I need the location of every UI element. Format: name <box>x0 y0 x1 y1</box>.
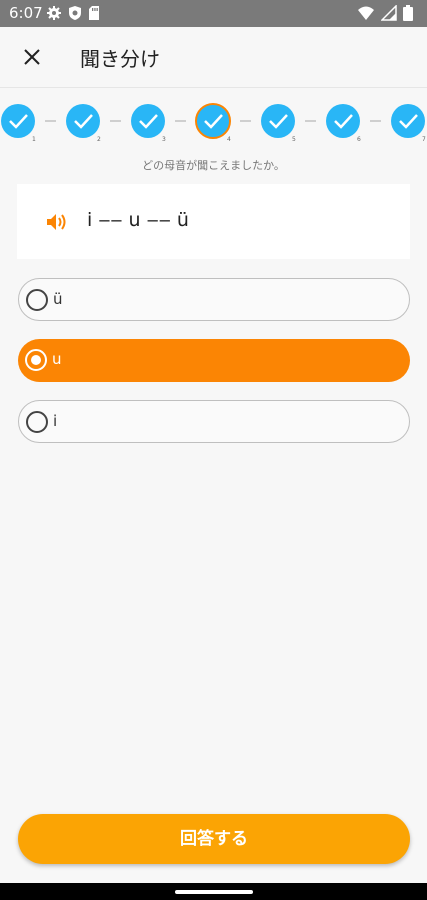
progress-step-number: 7 <box>422 136 426 143</box>
progress-step-7: 7 <box>391 104 426 143</box>
speaker-icon[interactable] <box>45 212 67 236</box>
option-label: u <box>52 350 62 368</box>
progress-step-6: 6 <box>326 104 361 143</box>
sd-card-icon <box>88 5 100 25</box>
wifi-icon <box>357 5 375 25</box>
progress-step-number: 4 <box>227 136 231 143</box>
battery-icon <box>403 5 413 25</box>
radio-button[interactable] <box>26 411 48 433</box>
home-pill[interactable] <box>175 890 253 894</box>
status-bar: 6:07 <box>0 0 427 27</box>
navigation-bar <box>0 883 427 900</box>
option-label: i <box>53 412 58 430</box>
answer-option-2[interactable]: u <box>18 339 410 382</box>
progress-steps: 1 2 3 4 5 6 7 <box>0 101 427 145</box>
progress-step-number: 3 <box>162 136 166 143</box>
gear-icon <box>46 5 62 25</box>
status-time: 6:07 <box>9 4 43 22</box>
radio-button[interactable] <box>25 349 47 371</box>
progress-step-1: 1 <box>1 104 36 143</box>
signal-icon <box>380 4 397 25</box>
radio-button[interactable] <box>26 289 48 311</box>
close-icon <box>24 49 40 65</box>
answer-option-1[interactable]: ü <box>18 278 410 321</box>
progress-step-2: 2 <box>66 104 101 143</box>
answer-button[interactable]: 回答する <box>18 814 410 864</box>
page-title: 聞き分け <box>80 47 160 71</box>
app-bar: 聞き分け <box>0 27 427 88</box>
progress-step-number: 2 <box>97 136 101 143</box>
progress-step-5: 5 <box>261 104 296 143</box>
option-label: ü <box>53 290 63 308</box>
progress-step-4: 4 <box>195 103 231 143</box>
question-text: どの母音が聞こえましたか。 <box>142 159 285 172</box>
prompt-text: i ‒‒ u ‒‒ ü <box>87 209 189 231</box>
progress-step-number: 5 <box>292 136 296 143</box>
prompt-card: i ‒‒ u ‒‒ ü <box>17 184 410 259</box>
answer-option-3[interactable]: i <box>18 400 410 443</box>
progress-step-number: 1 <box>32 136 36 143</box>
shield-icon <box>68 5 82 25</box>
close-button[interactable] <box>20 45 44 69</box>
progress-step-3: 3 <box>131 104 166 143</box>
progress-step-number: 6 <box>357 136 361 143</box>
